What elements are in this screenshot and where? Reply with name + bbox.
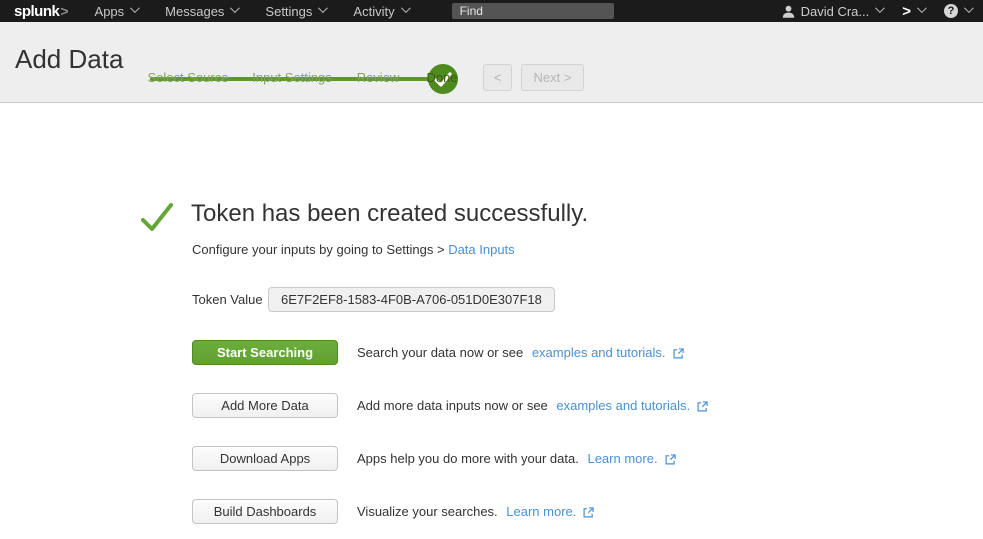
main-content: Token has been created successfully. Con… (0, 103, 983, 524)
data-inputs-link[interactable]: Data Inputs (448, 242, 515, 257)
chevron-down-icon (964, 3, 974, 13)
step-select-source: Select Source (148, 70, 229, 85)
help-menu[interactable]: ? (944, 4, 971, 18)
find-input[interactable] (452, 3, 614, 19)
external-link-icon (673, 348, 684, 359)
splunk-logo[interactable]: splunk > (14, 3, 69, 20)
success-title: Token has been created successfully. (191, 200, 588, 228)
action-text: Apps help you do more with your data. (357, 451, 582, 466)
examples-tutorials-link[interactable]: examples and tutorials. (556, 398, 690, 413)
nav-messages[interactable]: Messages (165, 4, 237, 19)
user-name: David Cra... (801, 4, 870, 19)
success-check-icon (140, 202, 174, 233)
start-searching-button[interactable]: Start Searching (192, 340, 338, 365)
token-value-label: Token Value (192, 292, 268, 307)
action-text: Add more data inputs now or see (357, 398, 551, 413)
add-more-data-button[interactable]: Add More Data (192, 393, 338, 418)
action-text: Search your data now or see (357, 345, 527, 360)
splunk-logo-text: splunk (14, 3, 59, 20)
step-review: Review (357, 70, 400, 85)
nav-apps-label: Apps (95, 4, 125, 19)
token-row: Token Value 6E7F2EF8-1583-4F0B-A706-051D… (192, 287, 983, 312)
subtitle-text: Configure your inputs by going to Settin… (192, 242, 448, 257)
action-row-start-searching: Start Searching Search your data now or … (192, 340, 983, 365)
examples-tutorials-link[interactable]: examples and tutorials. (532, 345, 666, 360)
nav-messages-label: Messages (165, 4, 224, 19)
learn-more-link[interactable]: Learn more. (587, 451, 657, 466)
next-button[interactable]: Next > (521, 64, 584, 91)
action-row-add-more-data: Add More Data Add more data inputs now o… (192, 393, 983, 418)
action-text: Visualize your searches. (357, 504, 501, 519)
action-description: Search your data now or see examples and… (357, 345, 684, 360)
chevron-down-icon (130, 3, 140, 13)
wizard-header: Add Data Select Source Input Settings Re… (0, 22, 983, 103)
download-apps-button[interactable]: Download Apps (192, 446, 338, 471)
back-button[interactable]: < (483, 64, 512, 91)
topbar-right: David Cra... > ? (782, 3, 971, 20)
nav-settings[interactable]: Settings (265, 4, 325, 19)
user-icon (782, 5, 795, 18)
external-link-icon (665, 454, 676, 465)
nav-activity[interactable]: Activity (353, 4, 407, 19)
chevron-down-icon (318, 3, 328, 13)
chevron-down-icon (401, 3, 411, 13)
success-banner: Token has been created successfully. (0, 103, 983, 233)
build-dashboards-button[interactable]: Build Dashboards (192, 499, 338, 524)
help-icon: ? (944, 4, 958, 18)
user-menu[interactable]: David Cra... (782, 4, 883, 19)
nav-apps[interactable]: Apps (95, 4, 138, 19)
action-description: Apps help you do more with your data. Le… (357, 451, 676, 466)
prompt-menu[interactable]: > (902, 3, 924, 20)
chevron-down-icon (875, 3, 885, 13)
nav-settings-label: Settings (265, 4, 312, 19)
action-description: Visualize your searches. Learn more. (357, 504, 594, 519)
topbar: splunk > Apps Messages Settings Activity… (0, 0, 983, 22)
page-title: Add Data (15, 44, 123, 75)
topbar-nav: Apps Messages Settings Activity (95, 4, 436, 19)
chevron-down-icon (230, 3, 240, 13)
action-row-download-apps: Download Apps Apps help you do more with… (192, 446, 983, 471)
nav-activity-label: Activity (353, 4, 394, 19)
learn-more-link[interactable]: Learn more. (506, 504, 576, 519)
chevron-down-icon (917, 3, 927, 13)
external-link-icon (697, 401, 708, 412)
token-value-field[interactable]: 6E7F2EF8-1583-4F0B-A706-051D0E307F18 (268, 287, 555, 312)
action-description: Add more data inputs now or see examples… (357, 398, 708, 413)
prompt-icon: > (902, 3, 911, 20)
success-subtitle: Configure your inputs by going to Settin… (192, 242, 983, 257)
external-link-icon (583, 507, 594, 518)
splunk-logo-caret: > (60, 3, 68, 19)
step-done: Done (426, 70, 457, 85)
action-row-build-dashboards: Build Dashboards Visualize your searches… (192, 499, 983, 524)
step-input-settings: Input Settings (252, 70, 332, 85)
